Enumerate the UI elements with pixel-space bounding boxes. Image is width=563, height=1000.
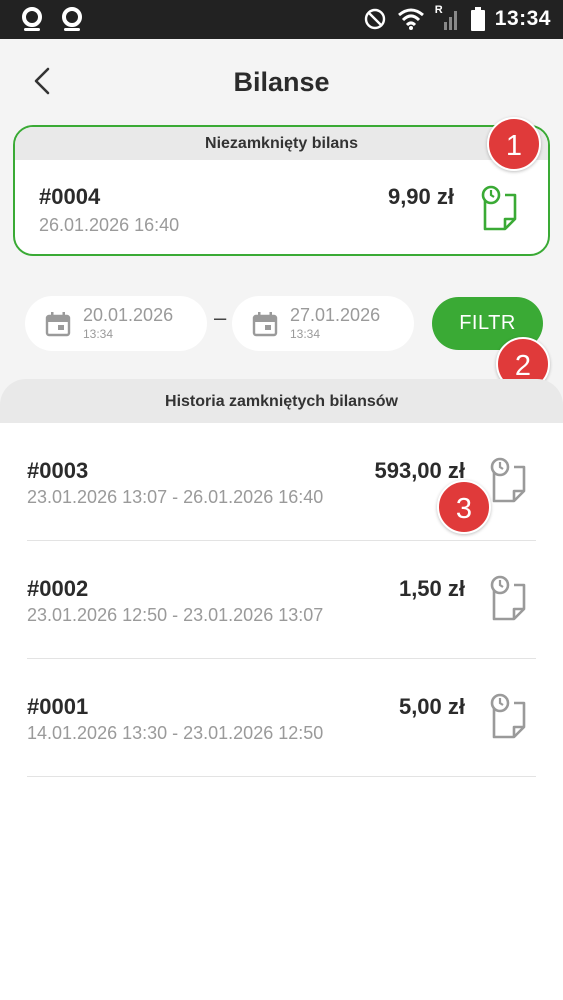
- row-divider: [27, 776, 536, 777]
- balance-amount: 5,00 zł: [398, 694, 465, 719]
- report-clock-icon[interactable]: [479, 185, 519, 233]
- tutorial-badge-1: 1: [487, 117, 541, 171]
- balance-amount: 9,90 zł: [387, 184, 454, 209]
- wifi-icon: [397, 8, 424, 30]
- balance-date: 26.01.2026 16:40: [39, 215, 180, 235]
- open-balance-header: Niezamknięty bilans: [15, 127, 548, 160]
- balance-date-range: 23.01.2026 12:50 - 23.01.2026 13:07: [27, 605, 324, 625]
- date-to-field[interactable]: 27.01.2026 13:34: [232, 296, 414, 351]
- signal-icon: R: [435, 4, 461, 32]
- balance-amount: 593,00 zł: [374, 458, 465, 483]
- date-range-separator: –: [214, 305, 227, 330]
- calendar-icon: [252, 312, 278, 337]
- history-header: Historia zamkniętych bilansów: [0, 379, 563, 423]
- balance-number: #0003: [27, 458, 89, 483]
- open-balance-card[interactable]: Niezamknięty bilans #0004 26.01.2026 16:…: [13, 125, 550, 256]
- calendar-icon: [45, 312, 71, 337]
- report-clock-icon[interactable]: [488, 693, 528, 741]
- date-to-time: 13:34: [290, 327, 321, 341]
- balance-amount: 1,50 zł: [398, 576, 465, 601]
- history-row[interactable]: #0001 14.01.2026 13:30 - 23.01.2026 12:5…: [0, 659, 563, 777]
- date-to-value: 27.01.2026: [290, 305, 381, 325]
- app-notification-icon: [62, 7, 82, 31]
- clock: 13:34: [494, 7, 551, 30]
- page-title: Bilanse: [233, 67, 330, 97]
- report-clock-icon[interactable]: [488, 457, 528, 505]
- date-from-value: 20.01.2026: [83, 305, 174, 325]
- date-from-time: 13:34: [83, 327, 114, 341]
- status-bar: R 13:34: [0, 0, 563, 39]
- tutorial-badge-3: 3: [437, 480, 491, 534]
- balance-date-range: 14.01.2026 13:30 - 23.01.2026 12:50: [27, 723, 324, 743]
- do-not-disturb-icon: [364, 8, 385, 30]
- app-header: Bilanse: [0, 39, 563, 123]
- balance-number: #0001: [27, 694, 89, 719]
- balance-number: #0002: [27, 576, 89, 601]
- app-notification-icon: [22, 7, 42, 31]
- battery-icon: [470, 7, 485, 31]
- balance-date-range: 23.01.2026 13:07 - 26.01.2026 16:40: [27, 487, 324, 507]
- history-row[interactable]: #0002 23.01.2026 12:50 - 23.01.2026 13:0…: [0, 541, 563, 659]
- date-from-field[interactable]: 20.01.2026 13:34: [25, 296, 207, 351]
- report-clock-icon[interactable]: [488, 575, 528, 623]
- balance-number: #0004: [39, 184, 101, 209]
